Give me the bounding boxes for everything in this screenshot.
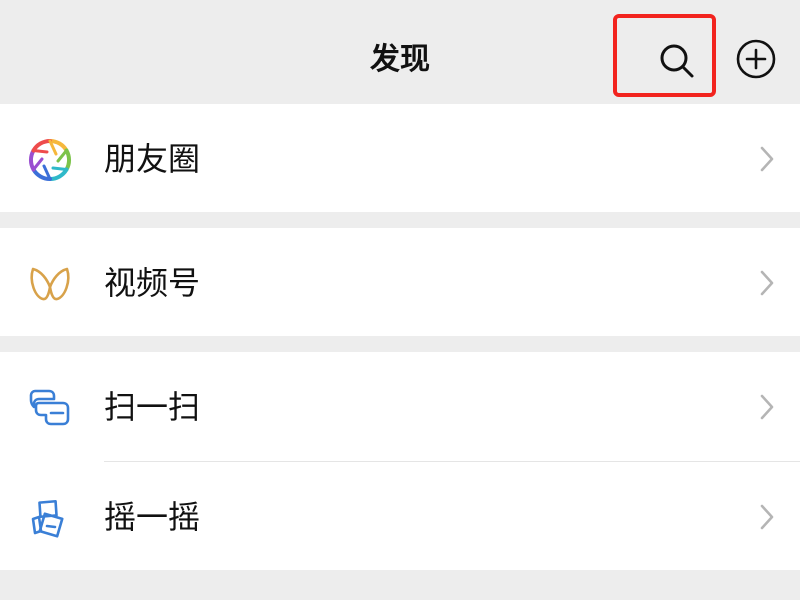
search-icon[interactable] [654, 38, 700, 84]
menu-item-label: 扫一扫 [104, 388, 201, 426]
moments-aperture-icon [28, 138, 72, 182]
menu-item-label: 视频号 [104, 264, 201, 302]
menu-group-tools: 扫一扫 摇一摇 [0, 352, 800, 570]
chevron-right-icon [760, 504, 774, 530]
plus-circle-icon[interactable] [735, 38, 777, 80]
menu-item-scan[interactable]: 扫一扫 [0, 352, 800, 460]
menu-item-channels[interactable]: 视频号 [0, 228, 800, 336]
menu-item-label: 摇一摇 [104, 498, 201, 536]
menu-item-shake[interactable]: 摇一摇 [0, 462, 800, 570]
chevron-right-icon [760, 270, 774, 296]
chevron-right-icon [760, 394, 774, 420]
menu-item-label: 朋友圈 [104, 140, 201, 178]
scan-icon [29, 389, 70, 426]
top-bar: 发现 [0, 0, 800, 104]
chevron-right-icon [760, 146, 774, 172]
menu-group-moments: 朋友圈 [0, 104, 800, 212]
menu-item-moments[interactable]: 朋友圈 [0, 104, 800, 212]
shake-icon [31, 499, 64, 538]
channels-butterfly-icon [30, 267, 70, 301]
menu-group-channels: 视频号 [0, 228, 800, 336]
